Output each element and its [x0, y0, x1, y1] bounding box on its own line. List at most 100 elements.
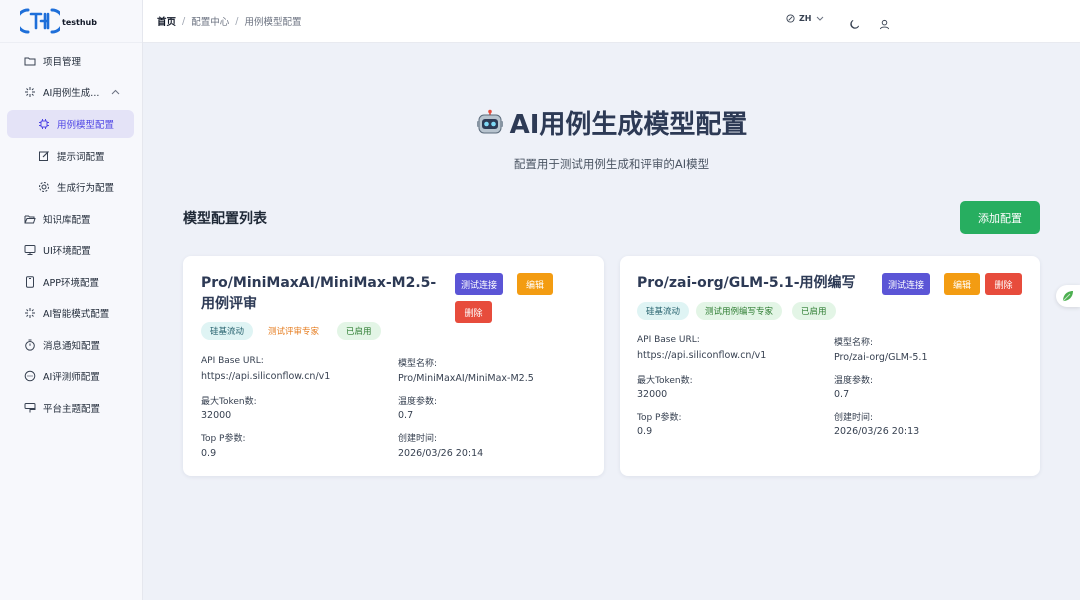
top-p-value: 0.9 — [201, 448, 217, 459]
breadcrumb-config-center[interactable]: 配置中心 — [191, 14, 229, 28]
max-token-value: 32000 — [201, 410, 232, 421]
sidebar-item-ai-case-gen[interactable]: AI用例生成... — [0, 77, 142, 109]
status-badge: 已启用 — [792, 302, 836, 320]
sidebar-item-label: 平台主题配置 — [43, 403, 101, 415]
sparkle-icon — [24, 86, 36, 98]
monitor-icon — [24, 244, 36, 256]
sidebar: testhub 项目管理 AI用例生成... 用例模型配置 提示词配置 生成行为… — [0, 0, 143, 600]
phone-icon — [24, 276, 36, 288]
breadcrumb-separator: / — [235, 15, 239, 27]
delete-button[interactable]: 删除 — [985, 273, 1022, 295]
top-p-label: Top P参数: — [637, 413, 682, 423]
top-p-value: 0.9 — [637, 426, 653, 437]
breadcrumb-home[interactable]: 首页 — [157, 14, 176, 28]
floating-assistant-button[interactable] — [1056, 285, 1080, 307]
palette-icon — [24, 402, 36, 414]
sidebar-item-ui-env[interactable]: UI环境配置 — [0, 235, 142, 267]
breadcrumb-current: 用例模型配置 — [244, 17, 302, 28]
sidebar-item-behavior[interactable]: 生成行为配置 — [0, 172, 142, 204]
sidebar-item-label: AI用例生成... — [43, 88, 100, 100]
leaf-icon — [1061, 289, 1075, 303]
sidebar-item-label: 用例模型配置 — [57, 120, 115, 131]
role-tag: 测试评审专家 — [268, 327, 320, 337]
sidebar-item-label: AI评测师配置 — [43, 372, 100, 384]
sidebar-item-theme[interactable]: 平台主题配置 — [0, 392, 142, 424]
gear-icon — [38, 181, 50, 193]
api-base-url-label: API Base URL: — [201, 356, 264, 366]
provider-tag: 硅基流动 — [637, 302, 690, 320]
sidebar-item-label: 提示词配置 — [57, 151, 105, 163]
sidebar-item-project[interactable]: 项目管理 — [0, 45, 142, 77]
sidebar-item-case-model[interactable]: 用例模型配置 — [7, 110, 134, 138]
model-name-value: Pro/MiniMaxAI/MiniMax-M2.5 — [398, 373, 534, 384]
chevron-up-icon[interactable] — [111, 87, 120, 98]
sidebar-item-prompt[interactable]: 提示词配置 — [0, 140, 142, 172]
model-card: Pro/zai-org/GLM-5.1-用例编写 测试连接 编辑 删除 硅基流动… — [620, 256, 1040, 476]
folder-open-icon — [24, 213, 36, 225]
chat-icon — [24, 370, 36, 382]
api-base-url-value: https://api.siliconflow.cn/v1 — [637, 350, 767, 361]
logo[interactable]: testhub — [0, 0, 142, 43]
section-title: 模型配置列表 — [183, 211, 267, 227]
max-token-label: 最大Token数: — [637, 376, 693, 386]
breadcrumb-separator: / — [182, 15, 186, 27]
page-subtitle: 配置用于测试用例生成和评审的AI模型 — [513, 157, 710, 171]
add-config-button[interactable]: 添加配置 — [960, 201, 1040, 234]
test-connection-button[interactable]: 测试连接 — [455, 273, 504, 295]
sidebar-item-label: 生成行为配置 — [57, 183, 115, 195]
page-title-text: AI用例生成模型配置 — [509, 110, 748, 140]
max-token-label: 最大Token数: — [201, 397, 257, 407]
globe-icon — [786, 14, 795, 23]
sidebar-item-notify[interactable]: 消息通知配置 — [0, 329, 142, 361]
page-title-wrap: AI用例生成模型配置 — [143, 104, 1080, 141]
created-label: 创建时间: — [398, 434, 438, 444]
created-value: 2026/03/26 20:14 — [398, 448, 484, 459]
sidebar-item-ai-smart[interactable]: AI智能模式配置 — [0, 298, 142, 330]
edit-icon — [38, 150, 50, 162]
temperature-label: 温度参数: — [834, 376, 874, 386]
brand-name: testhub — [62, 17, 97, 27]
folder-icon — [24, 55, 36, 67]
language-selector[interactable]: ZH — [786, 14, 824, 23]
card-title: Pro/MiniMaxAI/MiniMax-M2.5-用例评审 — [201, 275, 437, 312]
timer-icon — [24, 339, 36, 351]
temperature-label: 温度参数: — [398, 397, 438, 407]
edit-button[interactable]: 编辑 — [944, 273, 980, 295]
api-base-url-value: https://api.siliconflow.cn/v1 — [201, 371, 331, 382]
status-badge: 已启用 — [337, 322, 381, 340]
api-base-url-label: API Base URL: — [637, 335, 700, 345]
model-name-label: 模型名称: — [398, 359, 438, 369]
delete-button[interactable]: 删除 — [455, 301, 492, 323]
chip-icon — [38, 118, 50, 130]
page-title: AI用例生成模型配置 — [476, 104, 748, 141]
moon-icon[interactable] — [849, 15, 860, 34]
model-card: Pro/MiniMaxAI/MiniMax-M2.5-用例评审 测试连接 编辑 … — [183, 256, 604, 476]
breadcrumb: 首页 / 配置中心 / 用例模型配置 — [157, 14, 302, 29]
model-name-value: Pro/zai-org/GLM-5.1 — [834, 352, 928, 363]
robot-icon — [476, 109, 504, 137]
sparkle-icon — [24, 307, 36, 319]
sidebar-item-ai-evaluator[interactable]: AI评测师配置 — [0, 361, 142, 393]
sidebar-item-app-env[interactable]: APP环境配置 — [0, 266, 142, 298]
temperature-value: 0.7 — [834, 389, 850, 400]
sidebar-item-label: 知识库配置 — [43, 214, 91, 226]
max-token-value: 32000 — [637, 389, 668, 400]
sidebar-item-label: 项目管理 — [43, 56, 82, 68]
sidebar-item-knowledge[interactable]: 知识库配置 — [0, 203, 142, 235]
sidebar-item-label: APP环境配置 — [43, 277, 99, 289]
edit-button[interactable]: 编辑 — [517, 273, 553, 295]
sidebar-item-label: 消息通知配置 — [43, 340, 101, 352]
created-label: 创建时间: — [834, 413, 874, 423]
logo-mark — [20, 7, 60, 35]
language-label: ZH — [799, 14, 812, 23]
model-name-label: 模型名称: — [834, 338, 874, 348]
temperature-value: 0.7 — [398, 410, 414, 421]
user-icon[interactable] — [879, 15, 890, 34]
chevron-down-icon — [816, 16, 824, 21]
created-value: 2026/03/26 20:13 — [834, 426, 920, 437]
card-title: Pro/zai-org/GLM-5.1-用例编写 — [637, 275, 856, 291]
test-connection-button[interactable]: 测试连接 — [882, 273, 931, 295]
provider-tag: 硅基流动 — [201, 322, 254, 340]
sidebar-item-label: AI智能模式配置 — [43, 309, 110, 321]
top-header: 首页 / 配置中心 / 用例模型配置 ZH — [143, 0, 1080, 43]
